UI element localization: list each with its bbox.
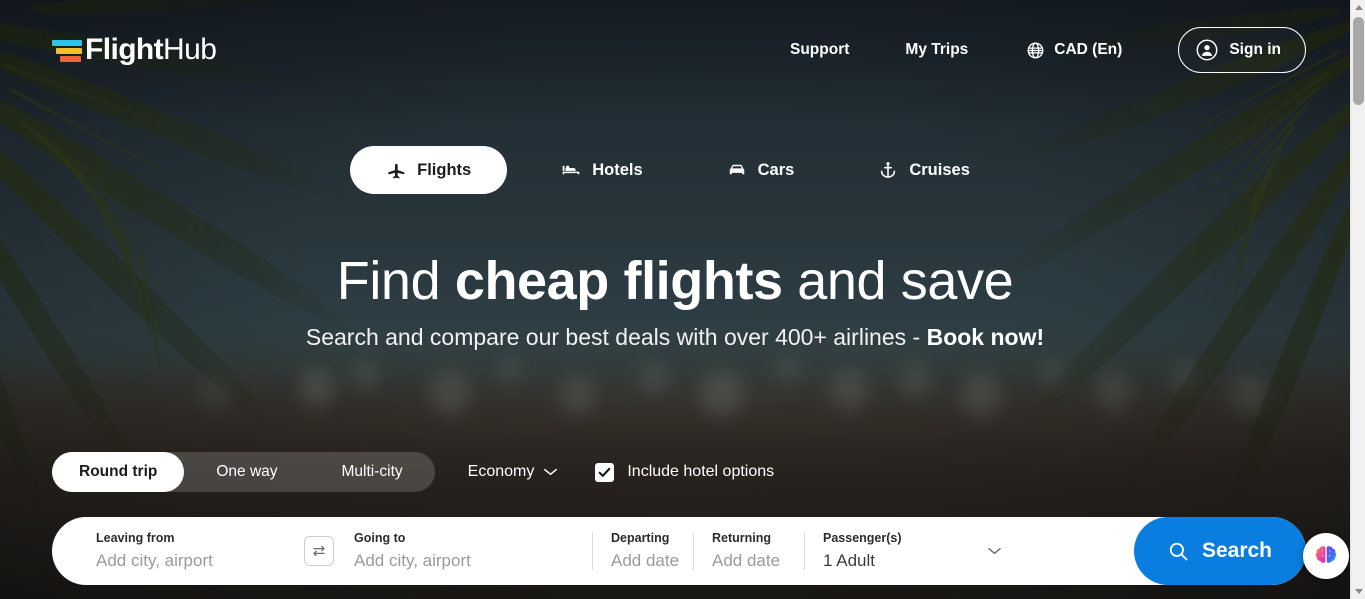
- flight-search-widget: Round trip One way Multi-city Economy In…: [52, 452, 1306, 585]
- subhead-pre: Search and compare our best deals with o…: [305, 324, 927, 351]
- tab-cars[interactable]: Cars: [697, 146, 825, 194]
- chevron-down-icon: [544, 468, 558, 476]
- page-subtitle: Search and compare our best deals with o…: [0, 324, 1350, 351]
- page-title: Find cheap flights and save: [0, 252, 1350, 310]
- ai-assistant-button[interactable]: [1303, 533, 1349, 579]
- headline-post: and save: [782, 251, 1014, 311]
- chevron-down-icon[interactable]: [988, 547, 1001, 555]
- language-label: CAD (En): [1054, 41, 1123, 58]
- bed-icon: [562, 165, 580, 175]
- sign-in-button[interactable]: Sign in: [1178, 27, 1306, 73]
- search-options-row: Round trip One way Multi-city Economy In…: [52, 452, 1306, 492]
- departing-field[interactable]: Departing Add date: [593, 517, 693, 585]
- leaving-from-input[interactable]: Add city, airport: [96, 551, 304, 571]
- scrollbar-up-arrow[interactable]: [1351, 0, 1365, 15]
- logo-word-hub: Hub: [163, 33, 217, 66]
- trip-type-one-way[interactable]: One way: [184, 452, 309, 492]
- cabin-class-value: Economy: [467, 463, 535, 480]
- returning-input[interactable]: Add date: [712, 551, 804, 571]
- trip-type-multi-city[interactable]: Multi-city: [310, 452, 435, 492]
- headline-emphasis: cheap flights: [454, 251, 783, 311]
- search-button[interactable]: Search: [1134, 517, 1306, 585]
- trip-type-round-trip[interactable]: Round trip: [52, 452, 185, 492]
- anchor-icon: [881, 162, 896, 178]
- browser-viewport: FlightHub Support My Trips CAD (En) Sign…: [0, 0, 1365, 599]
- tab-cruises[interactable]: Cruises: [848, 146, 1000, 194]
- search-icon: [1169, 542, 1188, 560]
- tab-cruises-label: Cruises: [909, 160, 970, 179]
- headline-pre: Find: [336, 251, 455, 311]
- returning-field[interactable]: Returning Add date: [694, 517, 804, 585]
- search-bar: Leaving from Add city, airport Going to …: [52, 517, 1306, 585]
- logo-bars-icon: [52, 38, 82, 62]
- going-to-field[interactable]: Going to Add city, airport: [352, 517, 592, 585]
- include-hotel-options-checkbox[interactable]: Include hotel options: [595, 462, 775, 482]
- scrollbar-thumb[interactable]: [1353, 17, 1364, 105]
- sign-in-label: Sign in: [1229, 41, 1281, 58]
- site-header: FlightHub Support My Trips CAD (En) Sign…: [0, 0, 1350, 100]
- user-circle-icon: [1196, 39, 1218, 61]
- header-nav: Support My Trips CAD (En) Sign in: [790, 27, 1306, 73]
- flighthub-logo[interactable]: FlightHub: [52, 33, 217, 67]
- browser-scrollbar[interactable]: [1350, 0, 1365, 599]
- checkbox-box: [595, 462, 615, 482]
- tab-hotels[interactable]: Hotels: [531, 146, 672, 194]
- check-icon: [599, 467, 611, 477]
- cabin-class-dropdown[interactable]: Economy: [468, 463, 558, 481]
- going-to-label: Going to: [354, 530, 406, 545]
- passengers-label: Passenger(s): [823, 530, 902, 545]
- tab-hotels-label: Hotels: [592, 160, 643, 179]
- nav-my-trips[interactable]: My Trips: [905, 33, 968, 67]
- leaving-from-label: Leaving from: [96, 530, 175, 545]
- logo-word-flight: Flight: [85, 33, 164, 66]
- nav-language-currency[interactable]: CAD (En): [1026, 33, 1122, 67]
- globe-icon: [1027, 42, 1044, 58]
- tab-flights[interactable]: Flights: [350, 146, 508, 194]
- include-hotel-options-label: Include hotel options: [627, 463, 775, 480]
- car-icon: [729, 164, 744, 175]
- trip-type-selector: Round trip One way Multi-city: [52, 452, 435, 492]
- nav-support[interactable]: Support: [790, 33, 849, 67]
- going-to-input[interactable]: Add city, airport: [354, 551, 592, 571]
- plane-icon: [388, 163, 405, 179]
- search-button-label: Search: [1201, 539, 1273, 562]
- swap-arrows-icon: [313, 545, 325, 557]
- departing-label: Departing: [611, 530, 670, 545]
- brain-ai-icon: [1315, 546, 1337, 563]
- swap-origin-destination-button[interactable]: [304, 536, 334, 566]
- logo-wordmark: FlightHub: [85, 33, 217, 66]
- tab-flights-label: Flights: [417, 160, 472, 179]
- subhead-emphasis: Book now!: [926, 324, 1045, 351]
- departing-input[interactable]: Add date: [611, 551, 693, 571]
- tab-cars-label: Cars: [757, 160, 795, 179]
- passengers-field[interactable]: Passenger(s) 1 Adult: [805, 517, 1023, 585]
- scrollbar-down-arrow[interactable]: [1351, 584, 1365, 599]
- product-tab-bar: Flights Hotels Cars Cruises: [0, 146, 1350, 194]
- leaving-from-field[interactable]: Leaving from Add city, airport: [94, 517, 304, 585]
- returning-label: Returning: [712, 530, 772, 545]
- hero-copy: Find cheap flights and save Search and c…: [0, 252, 1350, 351]
